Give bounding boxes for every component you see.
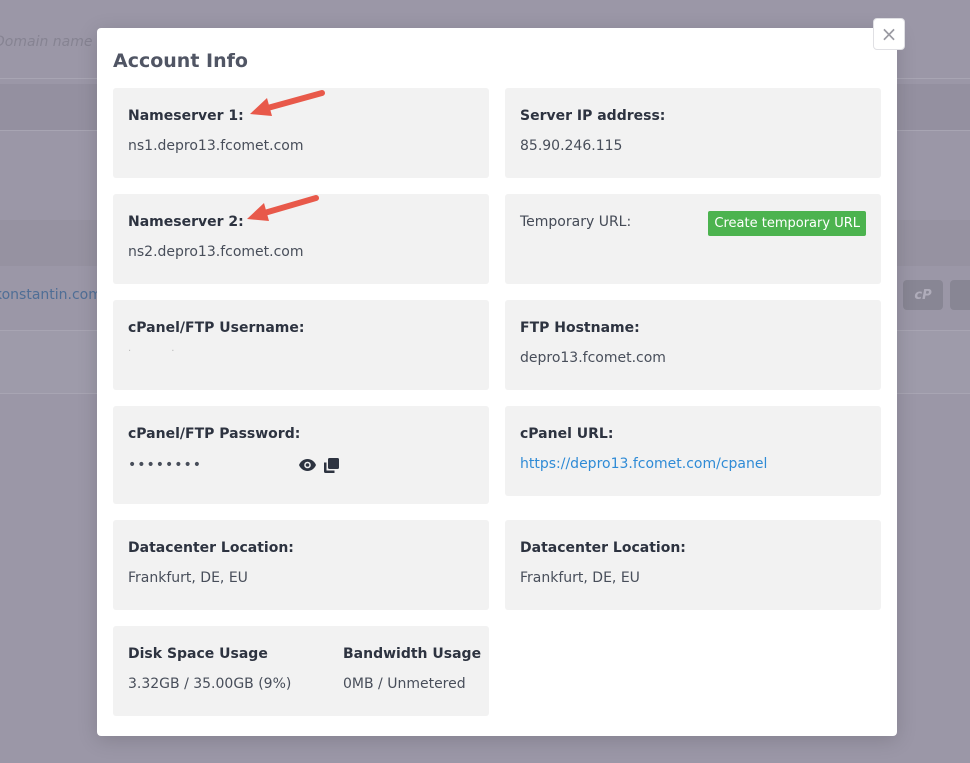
disk-usage-value: 3.32GB / 35.00GB (9%): [128, 676, 292, 692]
cpanel-username-value-redacted: · ·: [128, 346, 178, 357]
ftp-hostname-value: depro13.fcomet.com: [520, 350, 666, 366]
modal-title: Account Info: [113, 50, 248, 72]
datacenter-left-value: Frankfurt, DE, EU: [128, 570, 248, 586]
disk-usage-label: Disk Space Usage: [128, 646, 268, 662]
bandwidth-usage-value: 0MB / Unmetered: [343, 676, 466, 692]
create-temporary-url-button[interactable]: Create temporary URL: [708, 211, 866, 236]
cpanel-password-value: ••••••••: [128, 457, 203, 473]
disk-usage-block: Disk Space Usage 3.32GB / 35.00GB (9%): [128, 646, 291, 692]
cpanel-url-card: cPanel URL: https://depro13.fcomet.com/c…: [505, 406, 881, 496]
cpanel-password-card: cPanel/FTP Password: ••••••••: [113, 406, 489, 504]
nameserver1-card: Nameserver 1: ns1.depro13.fcomet.com: [113, 88, 489, 178]
cpanel-username-label: cPanel/FTP Username:: [128, 320, 305, 336]
cpanel-url-label: cPanel URL:: [520, 426, 614, 442]
nameserver1-label: Nameserver 1:: [128, 108, 244, 124]
close-button[interactable]: ×: [873, 18, 905, 50]
cpanel-url-link[interactable]: https://depro13.fcomet.com/cpanel: [520, 456, 767, 472]
server-ip-card: Server IP address: 85.90.246.115: [505, 88, 881, 178]
ftp-hostname-card: FTP Hostname: depro13.fcomet.com: [505, 300, 881, 390]
datacenter-right-label: Datacenter Location:: [520, 540, 686, 556]
close-icon: ×: [880, 22, 898, 46]
usage-card: Disk Space Usage 3.32GB / 35.00GB (9%) B…: [113, 626, 489, 716]
datacenter-right-value: Frankfurt, DE, EU: [520, 570, 640, 586]
ftp-hostname-label: FTP Hostname:: [520, 320, 640, 336]
server-ip-label: Server IP address:: [520, 108, 666, 124]
account-info-modal: Account Info Nameserver 1: ns1.depro13.f…: [97, 28, 897, 736]
bandwidth-usage-label: Bandwidth Usage: [343, 646, 482, 662]
eye-icon[interactable]: [298, 456, 316, 474]
temporary-url-card: Temporary URL: Create temporary URL: [505, 194, 881, 284]
datacenter-right-card: Datacenter Location: Frankfurt, DE, EU: [505, 520, 881, 610]
datacenter-left-card: Datacenter Location: Frankfurt, DE, EU: [113, 520, 489, 610]
copy-icon[interactable]: [322, 456, 340, 474]
server-ip-value: 85.90.246.115: [520, 138, 623, 154]
datacenter-left-label: Datacenter Location:: [128, 540, 294, 556]
cpanel-username-card: cPanel/FTP Username: · ·: [113, 300, 489, 390]
temporary-url-label: Temporary URL:: [520, 214, 632, 230]
nameserver2-value: ns2.depro13.fcomet.com: [128, 244, 304, 260]
bandwidth-usage-block: Bandwidth Usage 0MB / Unmetered: [343, 646, 482, 692]
nameserver2-card: Nameserver 2: ns2.depro13.fcomet.com: [113, 194, 489, 284]
nameserver2-label: Nameserver 2:: [128, 214, 244, 230]
cpanel-password-label: cPanel/FTP Password:: [128, 426, 301, 442]
nameserver1-value: ns1.depro13.fcomet.com: [128, 138, 304, 154]
